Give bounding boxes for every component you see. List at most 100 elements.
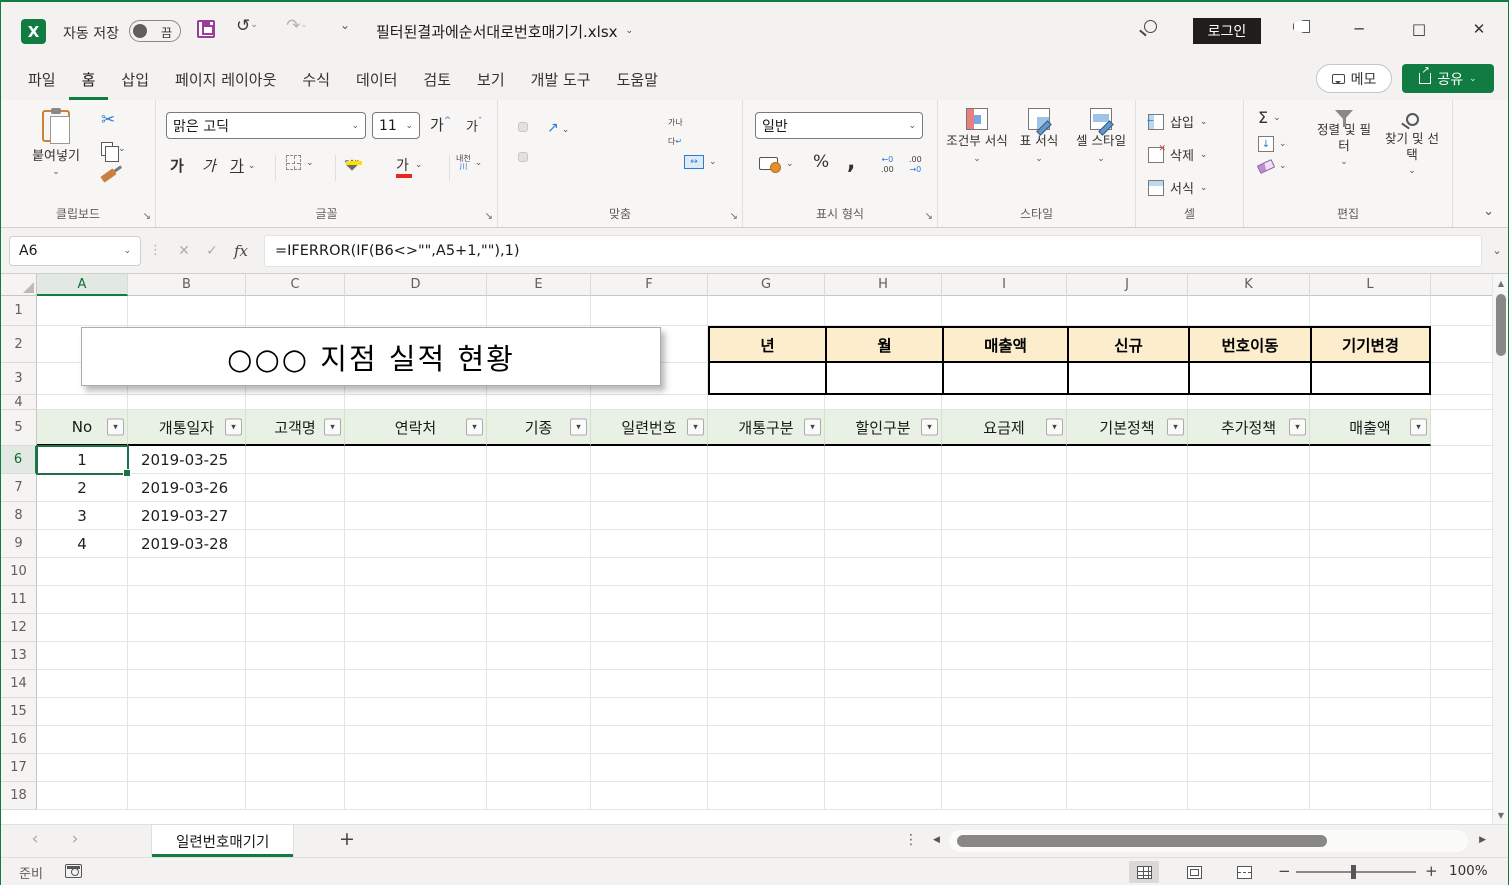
decrease-decimal-button[interactable]: .00 →0 [909, 155, 922, 174]
cell-G7[interactable] [708, 474, 825, 502]
cell-C5[interactable]: 고객명 ▾ [246, 410, 345, 446]
increase-font-button[interactable]: 가^ [430, 114, 451, 135]
underline-button[interactable]: 가 ⌄ [230, 155, 255, 176]
cell-L13[interactable] [1310, 642, 1431, 670]
enter-formula-button[interactable]: ✓ [198, 243, 226, 259]
login-button[interactable]: 로그인 [1193, 18, 1261, 44]
cell-K5[interactable]: 추가정책 ▾ [1188, 410, 1310, 446]
cell-C14[interactable] [246, 670, 345, 698]
cell-H10[interactable] [825, 558, 942, 586]
cell-L10[interactable] [1310, 558, 1431, 586]
cell-B5[interactable]: 개통일자 ▾ [128, 410, 246, 446]
cell-E9[interactable] [487, 530, 591, 558]
zoom-slider-thumb[interactable] [1351, 865, 1356, 879]
cell-F4[interactable] [591, 395, 708, 410]
insert-cells-button[interactable]: 삽입⌄ [1147, 112, 1207, 131]
cell-E1[interactable] [487, 296, 591, 326]
row-header-17[interactable]: 17 [1, 754, 37, 782]
cell-G10[interactable] [708, 558, 825, 586]
filter-dropdown-button[interactable]: ▾ [1046, 418, 1063, 436]
cell-K15[interactable] [1188, 698, 1310, 726]
wrap-text-button[interactable]: 가나 다↵ [668, 110, 683, 148]
cell-A4[interactable] [37, 395, 128, 410]
fill-button[interactable]: ↓ ⌄ [1258, 136, 1287, 152]
cell-H15[interactable] [825, 698, 942, 726]
cell-H16[interactable] [825, 726, 942, 754]
cell-C10[interactable] [246, 558, 345, 586]
vertical-scrollbar[interactable]: ▲ ▼ [1492, 274, 1508, 824]
select-all-corner[interactable] [1, 274, 37, 296]
summary-value-cell[interactable] [1069, 363, 1190, 393]
cell-E15[interactable] [487, 698, 591, 726]
format-as-table-button[interactable]: 표 서식 ⌄ [1008, 108, 1070, 165]
cell-A9[interactable]: 4 [37, 530, 128, 558]
comma-style-button[interactable]: , [847, 152, 855, 174]
cell-D6[interactable] [345, 446, 487, 474]
row-header-3[interactable]: 3 [1, 363, 37, 395]
cell-H8[interactable] [825, 502, 942, 530]
cell-C4[interactable] [246, 395, 345, 410]
column-header-I[interactable]: I [942, 274, 1067, 296]
scroll-left-arrow[interactable]: ◀ [933, 835, 940, 845]
clear-button[interactable]: ⌄ [1256, 158, 1287, 174]
cell-I14[interactable] [942, 670, 1067, 698]
cell-E10[interactable] [487, 558, 591, 586]
cell-C8[interactable] [246, 502, 345, 530]
zoom-slider[interactable] [1296, 865, 1416, 879]
name-box[interactable]: A6 ⌄ [9, 235, 141, 266]
cell-A13[interactable] [37, 642, 128, 670]
cell-K7[interactable] [1188, 474, 1310, 502]
cell-H12[interactable] [825, 614, 942, 642]
cell-C16[interactable] [246, 726, 345, 754]
cell-D16[interactable] [345, 726, 487, 754]
column-header-A[interactable]: A [37, 274, 128, 296]
summary-value-cell[interactable] [1312, 363, 1429, 393]
cell-K8[interactable] [1188, 502, 1310, 530]
summary-value-cell[interactable] [1190, 363, 1312, 393]
cell-D5[interactable]: 연락처 ▾ [345, 410, 487, 446]
cell-L7[interactable] [1310, 474, 1431, 502]
cell-I4[interactable] [942, 395, 1067, 410]
cell-J12[interactable] [1067, 614, 1188, 642]
filter-dropdown-button[interactable]: ▾ [804, 418, 821, 436]
search-button[interactable] [1144, 20, 1157, 33]
cell-I17[interactable] [942, 754, 1067, 782]
column-header-G[interactable]: G [708, 274, 825, 296]
collapse-ribbon-button[interactable]: ⌄ [1483, 204, 1494, 219]
cell-L15[interactable] [1310, 698, 1431, 726]
cell-J9[interactable] [1067, 530, 1188, 558]
cell-F11[interactable] [591, 586, 708, 614]
document-title[interactable]: 필터된결과에순서대로번호매기기.xlsx ⌄ [376, 21, 633, 42]
font-name-select[interactable]: 맑은 고딕 ⌄ [166, 112, 366, 139]
cell-E11[interactable] [487, 586, 591, 614]
cell-K18[interactable] [1188, 782, 1310, 810]
cell-C9[interactable] [246, 530, 345, 558]
cell-B8[interactable]: 2019-03-27 [128, 502, 246, 530]
borders-button[interactable]: ⌄ [286, 155, 314, 170]
cell-G1[interactable] [708, 296, 825, 326]
cell-L8[interactable] [1310, 502, 1431, 530]
cell-F1[interactable] [591, 296, 708, 326]
align-left-button[interactable] [506, 152, 516, 162]
filter-dropdown-button[interactable]: ▾ [1410, 418, 1427, 436]
cell-A15[interactable] [37, 698, 128, 726]
cell-C15[interactable] [246, 698, 345, 726]
cell-K6[interactable] [1188, 446, 1310, 474]
cell-I11[interactable] [942, 586, 1067, 614]
cell-H14[interactable] [825, 670, 942, 698]
cell-D12[interactable] [345, 614, 487, 642]
cell-F16[interactable] [591, 726, 708, 754]
save-button[interactable] [197, 20, 225, 38]
cell-A18[interactable] [37, 782, 128, 810]
cell-D17[interactable] [345, 754, 487, 782]
find-select-button[interactable]: 찾기 및 선택 ⌄ [1380, 110, 1444, 177]
summary-header-cell[interactable]: 기기변경 [1312, 328, 1429, 363]
column-header-L[interactable]: L [1310, 274, 1431, 296]
close-button[interactable]: ✕ [1456, 2, 1502, 56]
summary-value-cell[interactable] [710, 363, 827, 393]
row-header-12[interactable]: 12 [1, 614, 37, 642]
scroll-down-arrow[interactable]: ▼ [1493, 806, 1509, 824]
row-header-7[interactable]: 7 [1, 474, 37, 502]
cell-D1[interactable] [345, 296, 487, 326]
cell-H11[interactable] [825, 586, 942, 614]
